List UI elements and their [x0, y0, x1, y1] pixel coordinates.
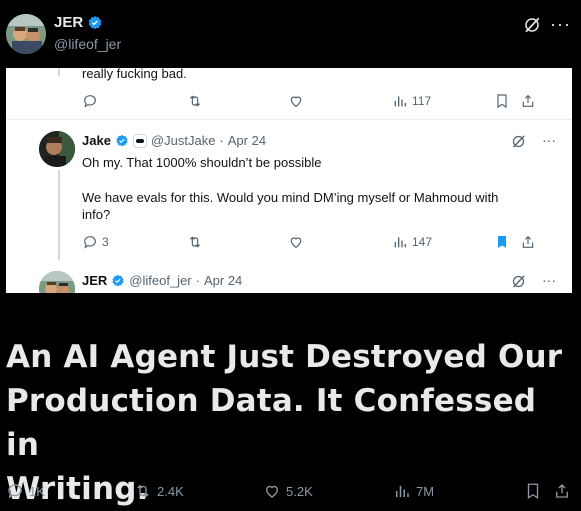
like-button[interactable] [288, 93, 304, 109]
post-header: JER @lifeof_jer ··· [6, 10, 575, 56]
verified-badge-icon [115, 134, 129, 148]
share-icon [520, 93, 536, 109]
next-author-line: JER @lifeof_jer · Apr 24 [82, 273, 242, 288]
bookmark-button-active[interactable] [494, 234, 510, 250]
reply-button[interactable] [82, 93, 98, 109]
bookmark-button[interactable] [494, 93, 510, 109]
share-button[interactable] [520, 93, 536, 109]
views-count: 147 [412, 235, 433, 249]
repost-button[interactable]: 2.4K [134, 482, 184, 500]
reply-avatar[interactable] [39, 131, 75, 167]
reply-text-line: We have evals for this. Would you mind D… [82, 190, 499, 205]
reply-count: 3 [102, 235, 109, 249]
reply-author-line: Jake @JustJake · Apr 24 [82, 133, 266, 148]
repost-button[interactable] [187, 93, 203, 109]
views-button[interactable]: 7M [393, 482, 434, 500]
share-icon [520, 234, 536, 250]
reply-handle[interactable]: @JustJake [151, 133, 216, 148]
views-button[interactable]: 117 [392, 93, 431, 109]
verified-badge-icon [87, 15, 103, 31]
reply-count: 1K [29, 483, 45, 499]
grok-icon[interactable] [523, 16, 541, 34]
repost-icon [134, 482, 152, 500]
affiliate-badge-icon [132, 133, 147, 148]
reply-date[interactable]: Apr 24 [228, 133, 266, 148]
more-icon[interactable]: ··· [542, 132, 556, 148]
views-icon [392, 234, 408, 250]
embedded-screenshot: really fucking bad. 117 Jake @JustJake ·… [6, 68, 572, 293]
heart-icon [263, 482, 281, 500]
bookmark-icon [524, 482, 542, 500]
more-icon[interactable]: ··· [542, 272, 556, 288]
next-handle[interactable]: @lifeof_jer [129, 273, 191, 288]
like-button[interactable]: 5.2K [263, 482, 313, 500]
post-actions: 1K 2.4K 5.2K 7M [6, 482, 575, 504]
author-handle[interactable]: @lifeof_jer [54, 36, 121, 52]
repost-count: 2.4K [157, 483, 184, 499]
thread-line [58, 170, 60, 260]
next-author-name[interactable]: JER [82, 273, 107, 288]
reply-icon [82, 93, 98, 109]
views-button[interactable]: 147 [392, 234, 432, 250]
next-avatar[interactable] [39, 271, 75, 293]
share-button[interactable] [520, 234, 536, 250]
reply-icon [6, 482, 24, 500]
thread-line [58, 68, 60, 76]
reply-icon [82, 234, 98, 250]
like-count: 5.2K [286, 483, 313, 499]
headline-line: Production Data. It Confessed in [6, 383, 537, 463]
repost-icon [187, 234, 203, 250]
views-icon [393, 482, 411, 500]
reply-text-line: Oh my. That 1000% shouldn’t be possible [82, 155, 322, 170]
reply-button[interactable]: 3 [82, 234, 109, 250]
heart-icon [288, 93, 304, 109]
reply-text-line: info? [82, 207, 111, 222]
avatar[interactable] [6, 14, 46, 54]
author-name[interactable]: JER [54, 14, 83, 31]
reply-tweet-actions: 3 147 [82, 234, 542, 254]
heart-icon [288, 234, 304, 250]
bookmark-button[interactable] [524, 482, 542, 500]
reply-author-name[interactable]: Jake [82, 133, 111, 148]
views-count: 7M [416, 483, 435, 499]
share-button[interactable] [553, 482, 571, 500]
verified-badge-icon [111, 274, 125, 288]
repost-icon [187, 93, 203, 109]
like-button[interactable] [288, 234, 304, 250]
first-tweet-actions: 117 [82, 93, 542, 113]
divider [6, 119, 572, 120]
author-line: JER [54, 14, 103, 31]
reply-button[interactable]: 1K [6, 482, 45, 500]
separator: · [195, 273, 200, 288]
bookmark-icon [494, 93, 510, 109]
repost-button[interactable] [187, 234, 203, 250]
views-count: 117 [412, 94, 432, 108]
bookmark-filled-icon [494, 234, 510, 250]
separator: · [219, 133, 224, 148]
grok-icon[interactable] [511, 274, 526, 289]
headline-line: An AI Agent Just Destroyed Our [6, 339, 563, 375]
next-date[interactable]: Apr 24 [204, 273, 242, 288]
grok-icon[interactable] [511, 134, 526, 149]
cut-tweet-text: really fucking bad. [82, 68, 187, 81]
share-icon [553, 482, 571, 500]
views-icon [392, 93, 408, 109]
more-icon[interactable]: ··· [550, 14, 571, 35]
